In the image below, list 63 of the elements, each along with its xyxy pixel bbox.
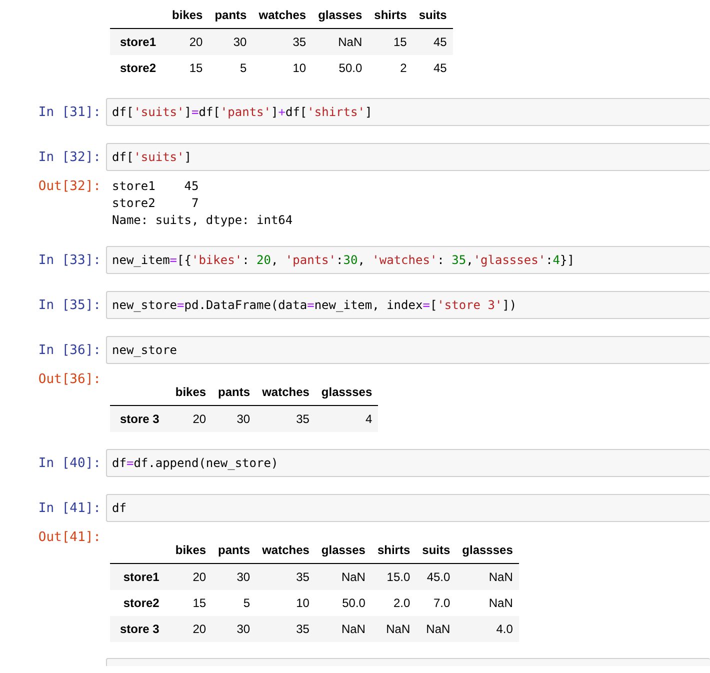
code-input[interactable]: df [106,494,710,522]
table-cell: 20 [169,406,212,432]
table-cell: 50.0 [315,590,372,616]
table-cell: 15 [368,28,413,55]
output-prompt: Out[41]: [38,530,101,545]
table-cell: 45 [412,28,453,55]
table-cell: 15 [166,55,209,81]
code-input[interactable]: df=df.append(new_store) [106,449,710,477]
table-cell: 20 [166,28,209,55]
code-input[interactable]: new_store=pd.DataFrame(data=new_item, index=['store 3']) [106,291,710,319]
table-cell: NaN [315,616,372,642]
row-index: store 3 [110,616,170,642]
output-line: store2 7 [112,195,199,212]
table-cell: 4.0 [456,616,519,642]
code-input[interactable]: new_item=[{'bikes': 20, 'pants':30, 'watches': 35,'glassses':4}] [106,246,710,274]
code-input[interactable]: new_store [106,336,710,364]
table-cell: 5 [208,55,253,81]
table-cell: NaN [416,616,456,642]
table-cell: 4 [315,406,378,432]
table-cell: 35 [256,406,316,432]
output-prompt: Out[32]: [38,179,101,194]
table-cell: 30 [212,616,256,642]
input-prompt: In [33]: [38,253,101,268]
table-cell: 5 [212,590,256,616]
input-prompt: In [32]: [38,150,101,165]
table-cell: 45 [412,55,453,81]
row-index: store2 [110,590,170,616]
table-cell: 30 [208,28,253,55]
table-cell: NaN [371,616,416,642]
table-cell: 2 [368,55,413,81]
table-cell: 15 [169,590,212,616]
row-index: store2 [110,55,166,81]
input-prompt: In [35]: [38,298,101,313]
table-cell: 10 [252,55,312,81]
table-cell: 15.0 [371,564,416,590]
table-cell: 35 [256,564,316,590]
code-input[interactable]: df['suits'] [106,143,710,171]
table-cell: 20 [169,616,212,642]
output-prompt: Out[36]: [38,372,101,387]
table-cell: NaN [456,590,519,616]
output-line: store1 45 [112,178,199,195]
row-index: store1 [110,28,166,55]
table-cell: 35 [256,616,316,642]
input-prompt: In [40]: [38,456,101,471]
table-cell: 50.0 [312,55,368,81]
input-prompt: In [41]: [38,501,101,516]
table-cell: 30 [212,564,256,590]
table-cell: 45.0 [416,564,456,590]
row-index: store 3 [110,406,170,432]
table-cell: 10 [256,590,316,616]
table-cell: 2.0 [371,590,416,616]
table-cell: 35 [252,28,312,55]
input-prompt: In [36]: [38,343,101,358]
table-cell: NaN [312,28,368,55]
table-cell: 20 [169,564,212,590]
row-index: store1 [110,564,170,590]
table-cell: 30 [212,406,256,432]
input-prompt: In [31]: [38,105,101,120]
table-cell: NaN [456,564,519,590]
output-line: Name: suits, dtype: int64 [112,212,293,229]
table-cell: 7.0 [416,590,456,616]
table-cell: NaN [315,564,372,590]
code-input[interactable]: df['suits']=df['pants']+df['shirts'] [106,98,710,126]
